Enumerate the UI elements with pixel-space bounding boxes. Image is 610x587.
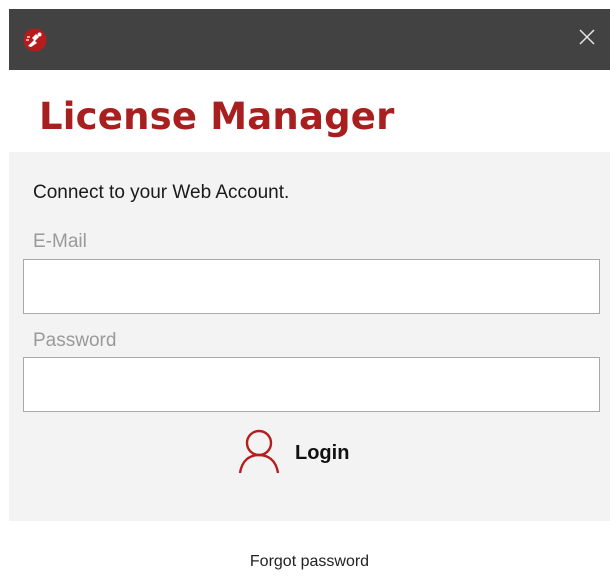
forgot-password-link[interactable]: Forgot password [9, 553, 610, 571]
header: License Manager [9, 70, 610, 152]
close-icon [578, 28, 596, 51]
app-logo-icon [23, 28, 47, 52]
close-button[interactable] [564, 9, 610, 70]
login-label: Login [295, 441, 350, 464]
license-manager-window: License Manager Connect to your Web Acco… [9, 9, 610, 587]
password-label: Password [33, 330, 117, 351]
user-icon [237, 428, 281, 479]
password-field[interactable] [23, 357, 600, 412]
app-title: License Manager [39, 95, 395, 138]
email-label: E-Mail [33, 231, 87, 252]
footer: Forgot password [9, 521, 610, 587]
intro-text: Connect to your Web Account. [33, 182, 290, 203]
title-bar[interactable] [9, 9, 610, 70]
login-button[interactable]: Login [237, 427, 387, 479]
email-field[interactable] [23, 259, 600, 314]
